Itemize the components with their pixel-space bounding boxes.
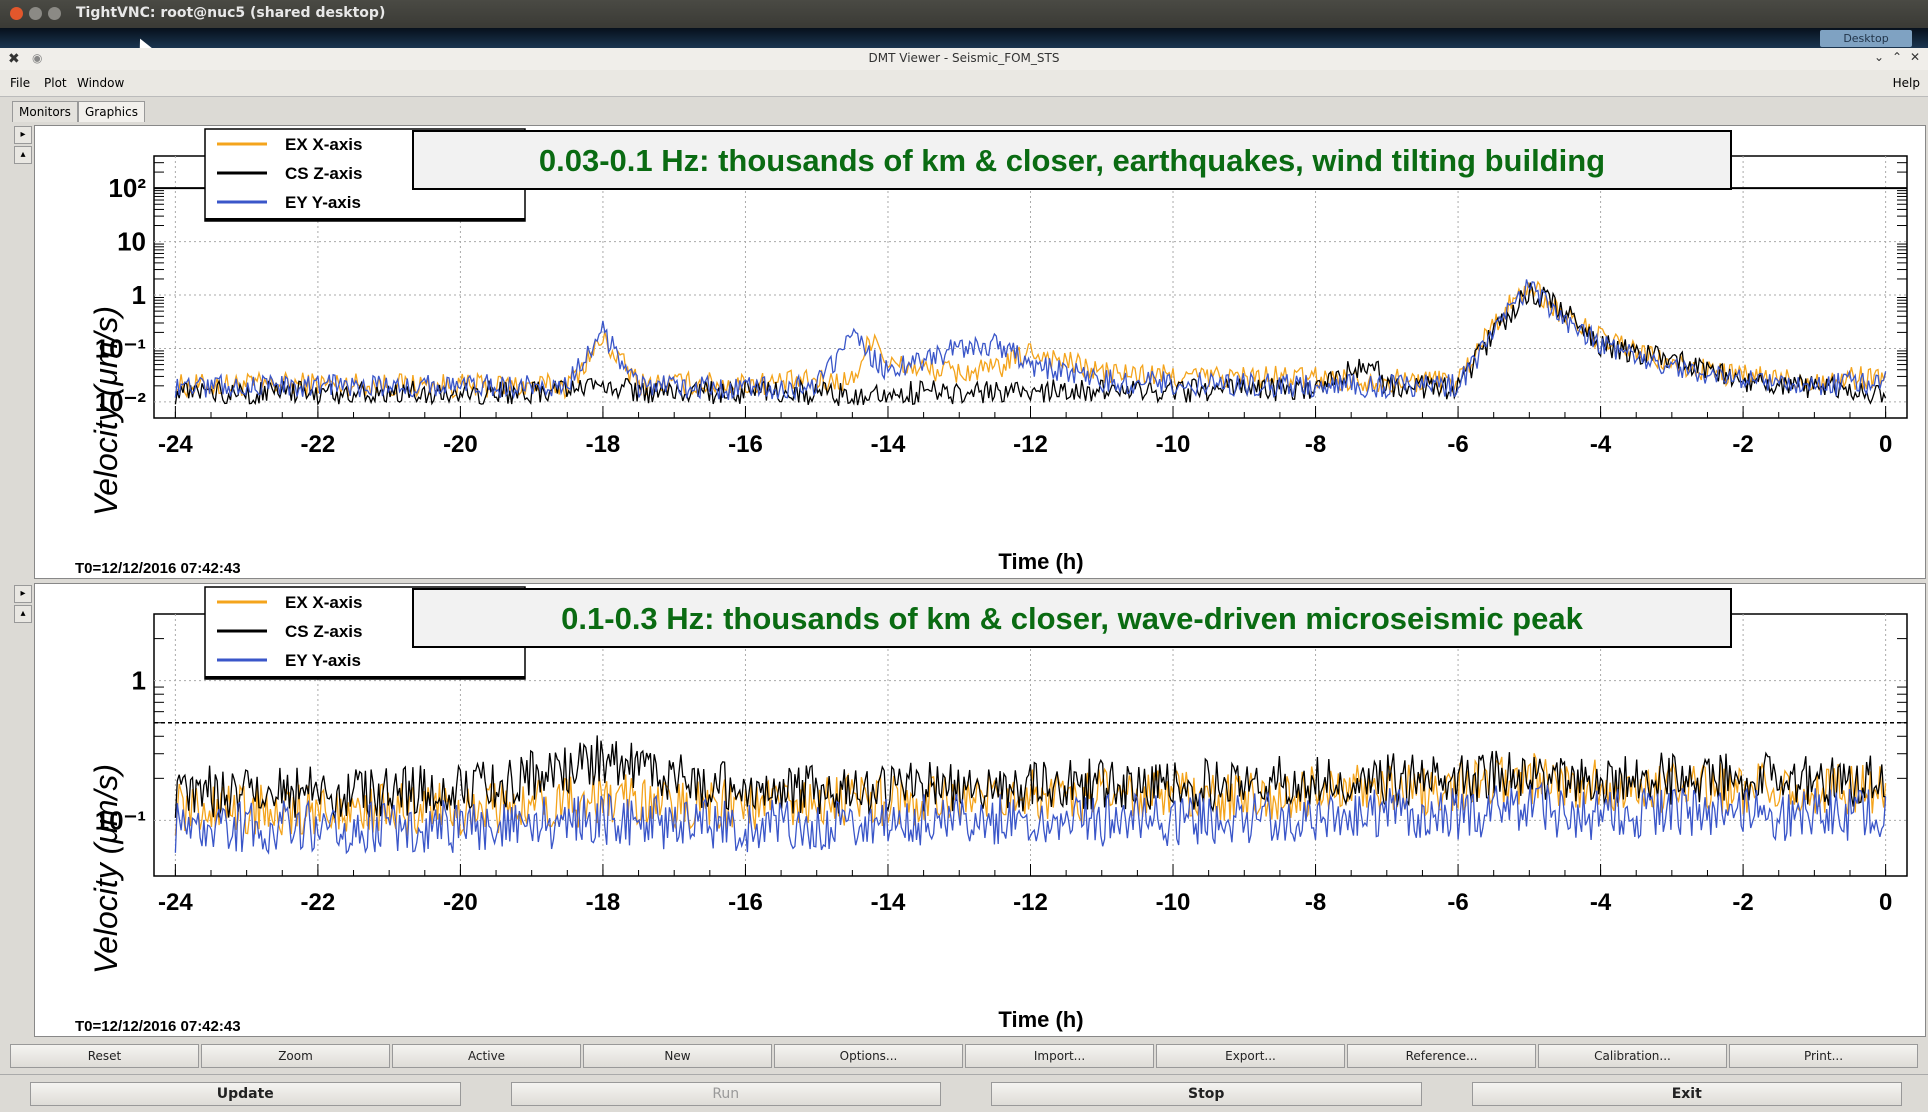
x-tick-label: -12: [1013, 889, 1048, 916]
pad-prev-button[interactable]: ▴: [14, 146, 32, 164]
x-tick-label: -6: [1447, 889, 1468, 916]
chart-1-t0: T0=12/12/2016 07:42:43: [75, 560, 241, 577]
x-tick-label: -4: [1590, 431, 1612, 458]
active-button[interactable]: Active: [392, 1044, 581, 1068]
x-tick-label: -2: [1732, 431, 1753, 458]
reset-button[interactable]: Reset: [10, 1044, 199, 1068]
import-button[interactable]: Import...: [965, 1044, 1154, 1068]
legend-cs-label: CS Z-axis: [285, 164, 362, 183]
print-button[interactable]: Print...: [1729, 1044, 1918, 1068]
calibration-button[interactable]: Calibration...: [1538, 1044, 1727, 1068]
x-tick-label: -16: [728, 889, 763, 916]
plot-pad-1[interactable]: -24 -22 -20 -18 -16 -14 -12 -10 -8 -6 -4 -2 0 10² 10 1 1…: [34, 125, 1926, 579]
desktop-chip[interactable]: Desktop: [1820, 30, 1912, 47]
tab-graphics[interactable]: Graphics: [78, 101, 145, 122]
chart-2-t0: T0=12/12/2016 07:42:43: [75, 1018, 241, 1035]
zoom-button[interactable]: Zoom: [201, 1044, 390, 1068]
run-button: Run: [510, 1082, 941, 1106]
x-tick-label: -22: [301, 889, 336, 916]
menu-help[interactable]: Help: [1893, 76, 1920, 90]
chart-2-ylabel: Velocity (μm/s): [88, 764, 124, 974]
reference-button[interactable]: Reference...: [1347, 1044, 1536, 1068]
tab-bar: Monitors Graphics: [0, 97, 1928, 122]
pad-next-button-2[interactable]: ▸: [14, 585, 32, 603]
pad-next-button[interactable]: ▸: [14, 126, 32, 144]
y-tick-label: 10²: [108, 173, 146, 203]
x-tick-label: -20: [443, 889, 478, 916]
plot-pad-2[interactable]: -24 -22 -20 -18 -16 -14 -12 -10 -8 -6 -4 -2 0 1 10⁻¹ V…: [34, 583, 1926, 1037]
x-tick-label: -10: [1156, 431, 1191, 458]
chevron-up-icon[interactable]: ⌃: [1892, 50, 1902, 64]
chevron-down-icon[interactable]: ⌄: [1874, 50, 1884, 64]
close-window-icon[interactable]: ✕: [1910, 50, 1920, 64]
chart-1-xlabel: Time (h): [998, 549, 1083, 574]
close-icon[interactable]: [10, 7, 23, 20]
update-button[interactable]: Update: [30, 1082, 461, 1106]
app-title: DMT Viewer - Seismic_FOM_STS: [868, 51, 1060, 65]
vnc-title: TightVNC: root@nuc5 (shared desktop): [76, 5, 386, 21]
x-tick-label: -22: [301, 431, 336, 458]
vnc-titlebar: TightVNC: root@nuc5 (shared desktop): [0, 0, 1928, 28]
x-tick-label: -24: [158, 889, 193, 916]
legend-cs-label: CS Z-axis: [285, 622, 362, 641]
chart-2-banner-text: 0.1-0.3 Hz: thousands of km & closer, wa…: [561, 601, 1583, 636]
x-tick-label: -16: [728, 431, 763, 458]
x-tick-label: -14: [871, 431, 906, 458]
x-tick-label: -8: [1305, 889, 1326, 916]
chart-2: -24 -22 -20 -18 -16 -14 -12 -10 -8 -6 -4 -2 0110⁻¹ V…: [75, 586, 1908, 1035]
exit-button[interactable]: Exit: [1471, 1082, 1902, 1106]
stop-button[interactable]: Stop: [991, 1082, 1422, 1106]
legend-ey-label: EY Y-axis: [285, 651, 361, 670]
x-tick-label: -24: [158, 431, 193, 458]
toolbar-row-2: Update Run Stop Exit: [30, 1082, 1902, 1106]
tab-monitors[interactable]: Monitors: [12, 101, 78, 122]
menu-bar: File Plot Window Help: [0, 70, 1928, 97]
chart-1: -24 -22 -20 -18 -16 -14 -12 -10 -8 -6 -4 -2 010²1011…: [75, 128, 1908, 577]
chart-1-banner: 0.03-0.1 Hz: thousands of km & closer, e…: [412, 130, 1732, 190]
new-button[interactable]: New: [583, 1044, 772, 1068]
vnc-desktop-strip: Desktop: [0, 28, 1928, 48]
x-tick-label: -20: [443, 431, 478, 458]
x-tick-label: -6: [1447, 431, 1468, 458]
x-tick-label: -18: [586, 889, 621, 916]
menu-window[interactable]: Window: [77, 76, 124, 90]
legend-ex-label: EX X-axis: [285, 135, 363, 154]
x-tick-label: -10: [1156, 889, 1191, 916]
x-tick-label: 0: [1879, 889, 1892, 916]
chart-1-ylabel: Velocity (μm/s): [88, 306, 124, 516]
options-button[interactable]: Options...: [774, 1044, 963, 1068]
x-tick-label: 0: [1879, 431, 1892, 458]
y-tick-label: 10: [117, 227, 146, 257]
menu-file[interactable]: File: [10, 76, 30, 90]
minimize-icon[interactable]: [29, 7, 42, 20]
legend-ex-label: EX X-axis: [285, 593, 363, 612]
toolbar-row-1: Reset Zoom Active New Options... Import.…: [10, 1044, 1918, 1068]
x-tick-label: -8: [1305, 431, 1326, 458]
y-tick-label: 1: [132, 280, 146, 310]
x-tick-label: -2: [1732, 889, 1753, 916]
pad-prev-button-2[interactable]: ▴: [14, 605, 32, 623]
y-tick-label: 1: [132, 666, 146, 696]
legend-ey-label: EY Y-axis: [285, 193, 361, 212]
divider: [0, 1074, 1928, 1075]
menu-plot[interactable]: Plot: [44, 76, 67, 90]
app-titlebar: ✖ ◉ DMT Viewer - Seismic_FOM_STS ⌄ ⌃ ✕: [0, 48, 1928, 71]
maximize-icon[interactable]: [48, 7, 61, 20]
x-tick-label: -12: [1013, 431, 1048, 458]
chart-2-banner: 0.1-0.3 Hz: thousands of km & closer, wa…: [412, 588, 1732, 648]
export-button[interactable]: Export...: [1156, 1044, 1345, 1068]
x-tick-label: -14: [871, 889, 906, 916]
chart-1-banner-text: 0.03-0.1 Hz: thousands of km & closer, e…: [539, 143, 1605, 178]
x-tick-label: -4: [1590, 889, 1612, 916]
x-tick-label: -18: [586, 431, 621, 458]
chart-2-xlabel: Time (h): [998, 1007, 1083, 1032]
